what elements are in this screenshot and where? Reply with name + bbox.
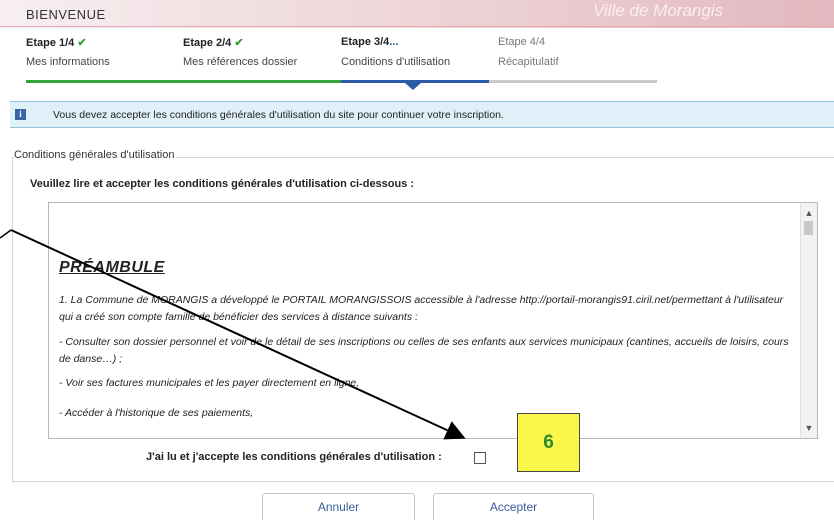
annotation-arrows bbox=[0, 229, 466, 440]
annotation-arrow bbox=[10, 229, 466, 440]
annotation-line bbox=[0, 229, 12, 239]
